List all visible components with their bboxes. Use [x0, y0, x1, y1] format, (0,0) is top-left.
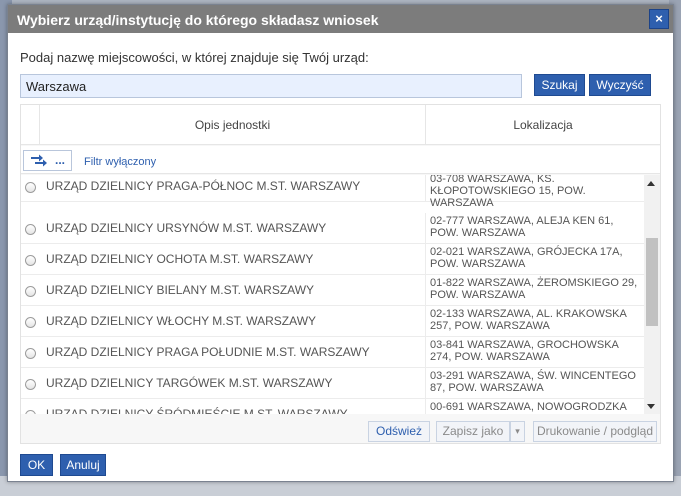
table-row[interactable]: URZĄD DZIELNICY TARGÓWEK M.ST. WARSZAWY …: [21, 368, 644, 399]
row-description: URZĄD DZIELNICY OCHOTA M.ST. WARSZAWY: [40, 244, 426, 274]
row-radio[interactable]: [25, 182, 36, 193]
chevron-down-icon: ▾: [515, 426, 520, 436]
table-row[interactable]: URZĄD DZIELNICY WŁOCHY M.ST. WARSZAWY 02…: [21, 306, 644, 337]
filter-bar: ... Filtr wyłączony: [21, 146, 660, 174]
row-location: 02-777 WARSZAWA, ALEJA KEN 61, POW. WARS…: [430, 215, 614, 239]
ok-button[interactable]: OK: [20, 454, 53, 476]
offices-grid: Opis jednostki Lokalizacja ... Filtr wył…: [20, 104, 661, 444]
clear-button[interactable]: Wyczyść: [589, 74, 651, 96]
row-location: 03-291 WARSZAWA, ŚW. WINCENTEGO 87, POW.…: [430, 370, 636, 394]
scroll-up-arrow-icon[interactable]: [647, 181, 655, 186]
row-radio[interactable]: [25, 348, 36, 359]
row-description: URZĄD DZIELNICY URSYNÓW M.ST. WARSZAWY: [40, 213, 426, 243]
row-radio[interactable]: [25, 379, 36, 390]
select-office-dialog: Wybierz urząd/instytucję do którego skła…: [7, 4, 674, 482]
filter-status: Filtr wyłączony: [84, 156, 157, 168]
grid-rows: URZĄD DZIELNICY PRAGA-PÓŁNOC M.ST. WARSZ…: [21, 175, 644, 414]
header-description[interactable]: Opis jednostki: [40, 105, 426, 145]
table-row[interactable]: URZĄD DZIELNICY PRAGA-PÓŁNOC M.ST. WARSZ…: [21, 175, 644, 209]
scroll-down-arrow-icon[interactable]: [647, 404, 655, 409]
table-row[interactable]: URZĄD DZIELNICY URSYNÓW M.ST. WARSZAWY 0…: [21, 213, 644, 244]
location-search-input[interactable]: [20, 74, 522, 98]
row-description: URZĄD DZIELNICY BIELANY M.ST. WARSZAWY: [40, 275, 426, 305]
row-description: URZĄD DZIELNICY TARGÓWEK M.ST. WARSZAWY: [40, 368, 426, 398]
table-row[interactable]: URZĄD DZIELNICY PRAGA POŁUDNIE M.ST. WAR…: [21, 337, 644, 368]
row-radio[interactable]: [25, 286, 36, 297]
filter-button-dots: ...: [55, 153, 66, 167]
dialog-titlebar: Wybierz urząd/instytucję do którego skła…: [8, 5, 673, 33]
search-button[interactable]: Szukaj: [534, 74, 585, 96]
table-row[interactable]: URZĄD DZIELNICY OCHOTA M.ST. WARSZAWY 02…: [21, 244, 644, 275]
grid-footer: Odśwież Zapisz jako ▾ Drukowanie / podgl…: [21, 414, 660, 443]
grid-scrollbar[interactable]: [644, 175, 660, 414]
dialog-title: Wybierz urząd/instytucję do którego skła…: [17, 12, 379, 28]
row-radio[interactable]: [25, 317, 36, 328]
arrows-icon: [31, 154, 47, 167]
save-as-dropdown-button[interactable]: ▾: [510, 421, 525, 442]
save-as-button[interactable]: Zapisz jako: [436, 421, 510, 442]
cancel-button[interactable]: Anuluj: [60, 454, 106, 476]
close-button[interactable]: ×: [649, 9, 669, 29]
filter-button[interactable]: ...: [23, 150, 72, 171]
refresh-button[interactable]: Odśwież: [368, 421, 430, 442]
scroll-thumb[interactable]: [646, 238, 658, 326]
row-location: 02-021 WARSZAWA, GRÓJECKA 17A, POW. WARS…: [430, 246, 623, 270]
row-radio[interactable]: [25, 255, 36, 266]
row-location: 02-133 WARSZAWA, AL. KRAKOWSKA 257, POW.…: [430, 308, 627, 332]
row-location: 03-841 WARSZAWA, GROCHOWSKA 274, POW. WA…: [430, 339, 619, 363]
print-preview-button[interactable]: Drukowanie / podgląd: [533, 421, 657, 442]
row-location: 03-708 WARSZAWA, KS. KŁOPOTOWSKIEGO 15, …: [430, 175, 586, 209]
row-description: URZĄD DZIELNICY ŚRÓDMIEŚCIE M.ST. WARSZA…: [40, 399, 426, 414]
row-radio[interactable]: [25, 224, 36, 235]
header-select-column: [21, 105, 40, 145]
row-description: URZĄD DZIELNICY PRAGA POŁUDNIE M.ST. WAR…: [40, 337, 426, 367]
table-row[interactable]: URZĄD DZIELNICY ŚRÓDMIEŚCIE M.ST. WARSZA…: [21, 399, 644, 414]
grid-header: Opis jednostki Lokalizacja: [21, 105, 660, 145]
row-description: URZĄD DZIELNICY PRAGA-PÓŁNOC M.ST. WARSZ…: [40, 175, 426, 201]
table-row[interactable]: URZĄD DZIELNICY BIELANY M.ST. WARSZAWY 0…: [21, 275, 644, 306]
row-location: 00-691 WARSZAWA, NOWOGRODZKA: [430, 401, 627, 413]
row-description: URZĄD DZIELNICY WŁOCHY M.ST. WARSZAWY: [40, 306, 426, 336]
close-icon: ×: [655, 11, 663, 26]
header-location[interactable]: Lokalizacja: [426, 105, 660, 145]
location-prompt-label: Podaj nazwę miejscowości, w której znajd…: [20, 50, 369, 65]
row-location: 01-822 WARSZAWA, ŻEROMSKIEGO 29, POW. WA…: [430, 277, 638, 301]
